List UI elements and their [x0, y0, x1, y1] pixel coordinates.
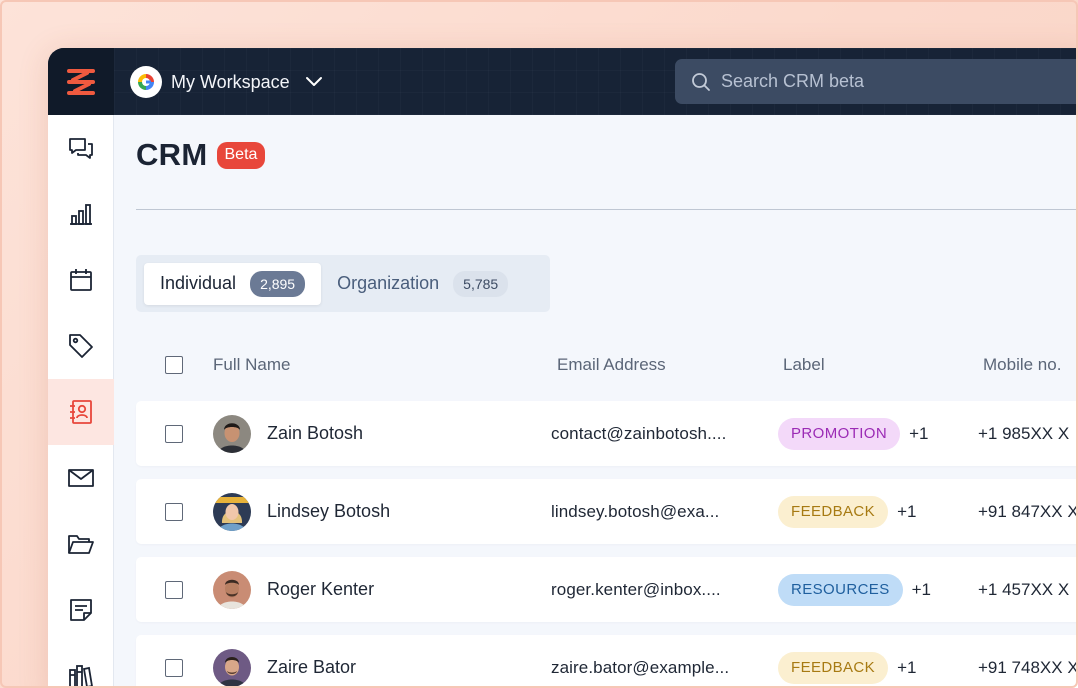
sidebar-item-chat[interactable]	[48, 115, 114, 181]
contact-name: Zain Botosh	[267, 423, 364, 443]
tab-label: Individual	[160, 273, 237, 293]
chevron-down-icon	[305, 77, 322, 86]
contact-mobile: +1 457XX X	[978, 579, 1070, 599]
search-bar[interactable]	[675, 59, 1078, 104]
column-header-email[interactable]: Email Address	[557, 355, 666, 375]
main-content: CRM Beta Individual 2,895 Organization 5…	[115, 115, 1078, 688]
contact-name: Zaire Bator	[267, 657, 357, 677]
workspace-avatar	[130, 66, 162, 98]
contact-email: roger.kenter@inbox....	[551, 579, 721, 599]
folder-icon	[68, 535, 94, 554]
row-checkbox[interactable]	[165, 580, 183, 599]
beta-badge: Beta	[216, 141, 266, 169]
tag-icon	[69, 334, 93, 358]
books-icon	[69, 665, 94, 688]
label-chip-feedback[interactable]: FEEDBACK	[778, 651, 889, 684]
contact-mobile: +91 748XX X	[978, 657, 1078, 677]
contact-email: lindsey.botosh@exa...	[551, 501, 720, 521]
contact-mobile: +1 985XX X	[978, 423, 1070, 443]
workspace-logo-icon	[138, 74, 154, 90]
column-header-mobile[interactable]: Mobile no.	[983, 355, 1061, 375]
avatar	[213, 570, 251, 609]
avatar	[213, 492, 251, 531]
notes-icon	[70, 599, 92, 621]
top-bar: My Workspace	[48, 48, 1078, 115]
row-checkbox[interactable]	[165, 502, 183, 521]
label-chip-feedback[interactable]: FEEDBACK	[778, 495, 889, 528]
sidebar-item-mail[interactable]	[48, 445, 114, 511]
column-header-full-name[interactable]: Full Name	[213, 355, 290, 375]
sidebar-item-tags[interactable]	[48, 313, 114, 379]
sidebar-item-notes[interactable]	[48, 577, 114, 643]
avatar	[213, 414, 251, 453]
sidebar-item-files[interactable]	[48, 511, 114, 577]
header-divider	[136, 209, 1078, 210]
label-chip-promotion[interactable]: PROMOTION	[778, 417, 901, 450]
workspace-switcher[interactable]: My Workspace	[130, 66, 323, 98]
more-labels-count[interactable]: +1	[897, 658, 916, 678]
calendar-icon	[70, 269, 92, 291]
more-labels-count[interactable]: +1	[912, 580, 931, 600]
contact-name: Lindsey Botosh	[267, 501, 391, 521]
app-logo[interactable]	[48, 48, 114, 115]
sidebar-item-reports[interactable]	[48, 181, 114, 247]
tab-label: Organization	[337, 273, 440, 293]
logo-icon	[67, 68, 95, 95]
sidebar-item-calendar[interactable]	[48, 247, 114, 313]
tab-bar: Individual 2,895 Organization 5,785	[136, 255, 550, 312]
page-title: CRM	[136, 137, 208, 172]
sidebar-item-contacts[interactable]	[48, 379, 114, 445]
search-input[interactable]	[721, 71, 1041, 92]
tab-count-badge: 5,785	[453, 270, 509, 297]
workspace-name: My Workspace	[171, 71, 290, 92]
contact-mobile: +91 847XX X	[978, 501, 1078, 521]
tab-organization[interactable]: Organization 5,785	[321, 263, 524, 305]
label-chip-resources[interactable]: RESOURCES	[778, 573, 903, 606]
row-checkbox[interactable]	[165, 658, 183, 677]
contact-email: contact@zainbotosh....	[551, 423, 727, 443]
table-row[interactable]: Zain Botosh contact@zainbotosh.... PROMO…	[136, 401, 1078, 466]
table-row[interactable]: Roger Kenter roger.kenter@inbox.... RESO…	[136, 557, 1078, 622]
contact-name: Roger Kenter	[267, 579, 375, 599]
table-row[interactable]: Lindsey Botosh lindsey.botosh@exa... FEE…	[136, 479, 1078, 544]
sidebar	[48, 115, 114, 688]
avatar	[213, 648, 251, 687]
contact-email: zaire.bator@example...	[551, 657, 730, 677]
bar-chart-icon	[70, 204, 92, 225]
mail-icon	[68, 469, 94, 487]
table-header: Full Name Email Address Label Mobile no.	[136, 355, 1078, 379]
page-header: CRM Beta	[136, 137, 266, 173]
sidebar-item-library[interactable]	[48, 643, 114, 688]
search-icon	[692, 72, 710, 91]
column-header-label[interactable]: Label	[783, 355, 825, 375]
row-checkbox[interactable]	[165, 424, 183, 443]
more-labels-count[interactable]: +1	[897, 502, 916, 522]
contacts-icon	[70, 400, 92, 424]
more-labels-count[interactable]: +1	[909, 424, 928, 444]
app-window: My Workspace Search CRM beta CRM Beta In…	[48, 48, 1078, 688]
tab-individual[interactable]: Individual 2,895	[144, 262, 322, 305]
tab-count-badge: 2,895	[250, 270, 306, 297]
table-row[interactable]: Zaire Bator zaire.bator@example... FEEDB…	[136, 635, 1078, 688]
select-all-checkbox[interactable]	[165, 356, 183, 374]
chat-icon	[69, 138, 93, 159]
